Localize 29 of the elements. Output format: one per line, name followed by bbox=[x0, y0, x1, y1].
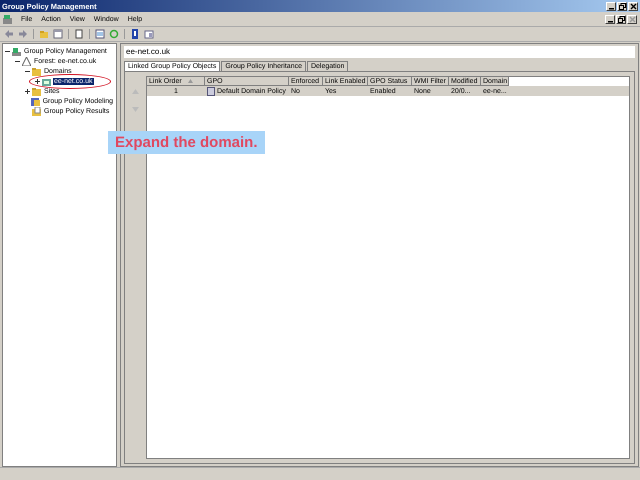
collapse-icon[interactable] bbox=[25, 68, 30, 74]
maximize-button[interactable] bbox=[617, 2, 627, 10]
folder-icon bbox=[32, 66, 41, 76]
close-button[interactable] bbox=[627, 14, 637, 24]
sort-arrow-icon bbox=[188, 79, 193, 83]
results-folder-icon bbox=[32, 106, 41, 116]
close-icon bbox=[628, 16, 636, 22]
modeling-icon bbox=[30, 96, 40, 106]
minimize-button[interactable] bbox=[606, 2, 616, 10]
app-icon bbox=[3, 14, 12, 24]
expand-icon[interactable] bbox=[35, 78, 40, 84]
callout-text: Expand the domain. bbox=[108, 131, 265, 154]
expand-icon[interactable] bbox=[25, 88, 30, 94]
close-button[interactable] bbox=[628, 2, 638, 10]
panel-icon[interactable] bbox=[143, 28, 155, 40]
folder-icon bbox=[32, 86, 41, 96]
up-arrow-icon bbox=[132, 88, 139, 94]
down-arrow-icon bbox=[132, 106, 139, 112]
domain-folder-icon bbox=[42, 76, 51, 86]
close-icon bbox=[630, 2, 636, 10]
maximize-button[interactable] bbox=[616, 14, 626, 24]
collapse-icon[interactable] bbox=[15, 58, 20, 64]
list-icon[interactable] bbox=[94, 28, 106, 40]
panel-heading: ee-net.co.uk bbox=[124, 46, 635, 58]
console-icon bbox=[12, 46, 21, 56]
triangle-icon bbox=[22, 56, 31, 66]
window-icon[interactable] bbox=[52, 28, 64, 40]
collapse-icon[interactable] bbox=[5, 48, 10, 54]
minimize-button[interactable] bbox=[605, 14, 615, 24]
